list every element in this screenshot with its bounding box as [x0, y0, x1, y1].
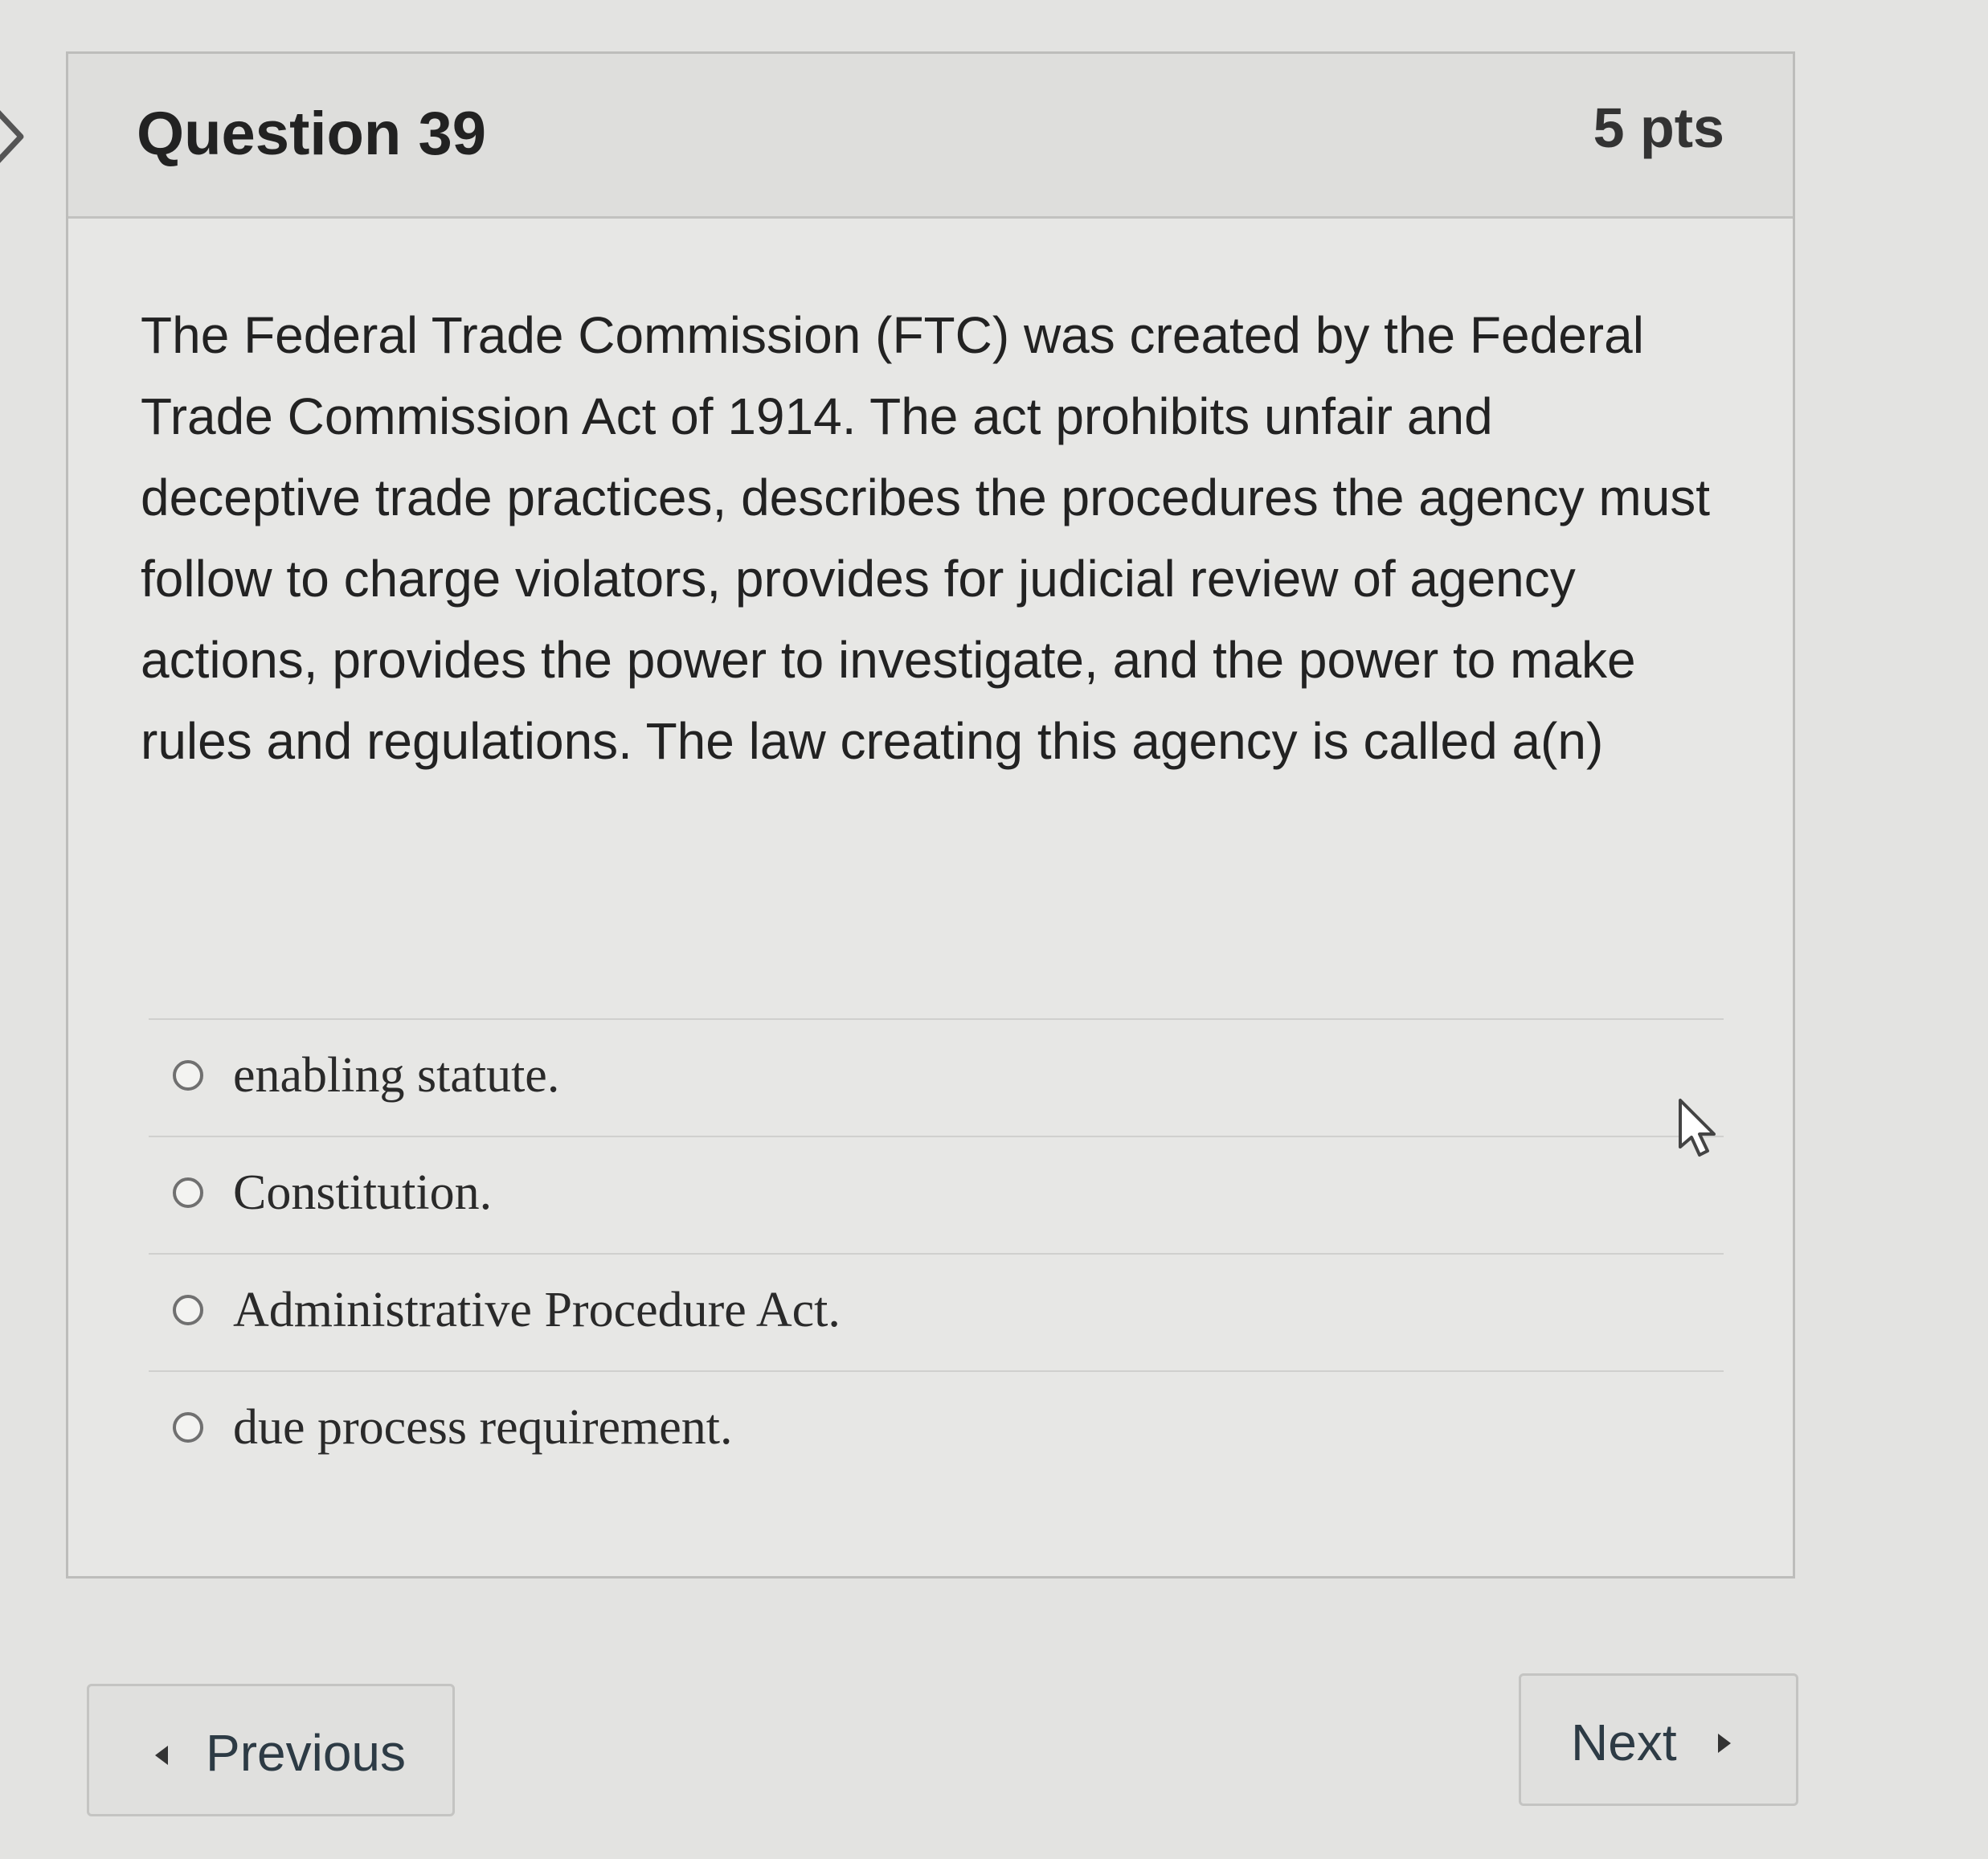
answer-list: enabling statute. Constitution. Administ… — [149, 1018, 1724, 1488]
answer-option[interactable]: Constitution. — [149, 1136, 1724, 1253]
answer-label[interactable]: enabling statute. — [233, 1047, 559, 1104]
radio-button[interactable] — [173, 1177, 203, 1208]
caret-right-icon — [1718, 1734, 1731, 1753]
answer-option[interactable]: Administrative Procedure Act. — [149, 1253, 1724, 1370]
previous-button[interactable]: Previous — [87, 1684, 455, 1816]
question-card: Question 39 5 pts The Federal Trade Comm… — [66, 51, 1795, 1579]
next-button[interactable]: Next — [1519, 1673, 1798, 1806]
radio-button[interactable] — [173, 1060, 203, 1091]
mouse-pointer-icon — [1679, 1099, 1716, 1157]
answer-option[interactable]: due process requirement. — [149, 1370, 1724, 1488]
caret-left-icon — [155, 1746, 168, 1765]
question-header: Question 39 5 pts — [68, 54, 1793, 219]
question-text: The Federal Trade Commission (FTC) was c… — [141, 306, 1711, 770]
answer-label[interactable]: due process requirement. — [233, 1399, 732, 1456]
answer-label[interactable]: Constitution. — [233, 1165, 492, 1222]
radio-button[interactable] — [173, 1412, 203, 1443]
answer-label[interactable]: Administrative Procedure Act. — [233, 1282, 841, 1339]
chevron-right-icon[interactable] — [0, 104, 32, 169]
question-title: Question 39 — [137, 100, 486, 168]
next-label[interactable]: Next — [1571, 1713, 1677, 1772]
answer-option[interactable]: enabling statute. — [149, 1018, 1724, 1136]
previous-label[interactable]: Previous — [206, 1723, 406, 1783]
question-points: 5 pts — [1593, 96, 1724, 159]
radio-button[interactable] — [173, 1295, 203, 1325]
